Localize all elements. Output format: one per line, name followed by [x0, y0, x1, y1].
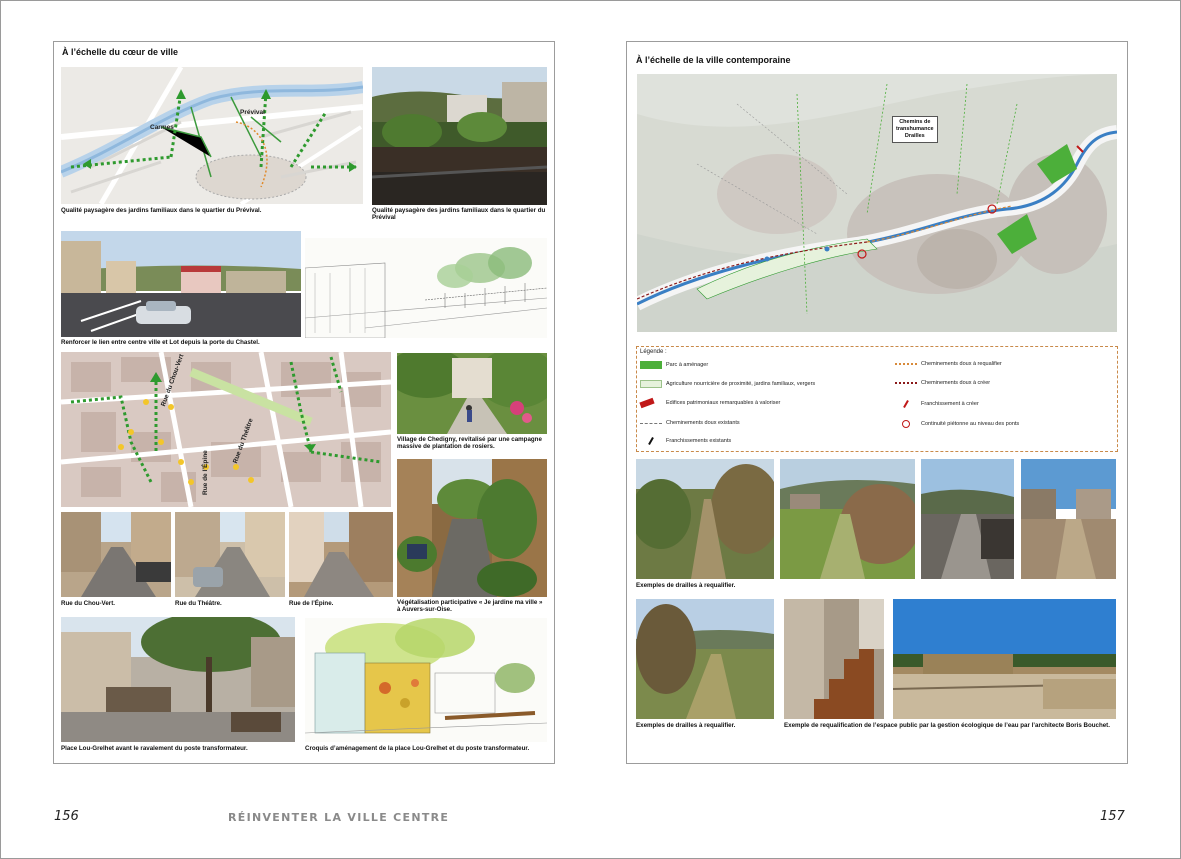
photo-porte-chastel — [61, 231, 301, 337]
photo-auvers — [397, 459, 547, 597]
caption-rue-chou-vert: Rue du Chou-Vert. — [61, 600, 115, 607]
caption-drailles-2: Exemples de drailles à requalifier. — [636, 722, 736, 729]
legend-item-bridge-continuity: Continuité piétonne au niveau des ponts — [895, 420, 1019, 428]
left-page-title: À l’échelle du cœur de ville — [62, 47, 179, 57]
legend-swatch-agri — [640, 380, 662, 388]
legend-item-path-create: Cheminements doux à créer — [895, 380, 990, 386]
legend-swatch-crossing-create — [903, 400, 909, 408]
caption-drailles-1: Exemples de drailles à requalifier. — [636, 582, 736, 589]
photo-stone-wall-bouchet — [893, 599, 1116, 719]
legend-item-heritage: Edifices patrimoniaux remarquables à val… — [639, 397, 780, 409]
legend-item-park: Parc à aménager — [640, 361, 708, 369]
legend-swatch-park — [640, 361, 662, 369]
map-callout-drailles: Chemins de transhumance Drailles — [892, 116, 938, 143]
legend-swatch-path-requalify — [895, 363, 917, 365]
caption-boris-bouchet: Exemple de requalification de l’espace p… — [784, 722, 1110, 729]
legend-item-crossing-create: Franchissement à créer — [895, 400, 979, 408]
photo-place-lou-grelhet — [61, 617, 295, 742]
legend-item-path-existing: Cheminements doux existants — [640, 420, 740, 426]
caption-photo-gardens: Qualité paysagère des jardins familiaux … — [372, 207, 546, 222]
map-label-previval: Prévival — [240, 109, 265, 116]
photo-draille-2 — [780, 459, 915, 579]
caption-sketch-lou-grelhet: Croquis d’aménagement de la place Lou-Gr… — [305, 745, 530, 752]
sketch-place-lou-grelhet — [305, 618, 547, 742]
running-title: RÉINVENTER LA VILLE CENTRE — [228, 811, 450, 824]
legend-item-crossing-existing: Franchissements existants — [640, 437, 731, 445]
photo-gardens-previval — [372, 67, 547, 205]
legend-item-path-requalify: Cheminements doux à requalifier — [895, 361, 1002, 367]
photo-rue-chou-vert — [61, 512, 171, 597]
folio-left: 156 — [54, 809, 79, 824]
caption-rue-theatre: Rue du Théâtre. — [175, 600, 222, 607]
sketch-quays — [305, 238, 547, 338]
right-page-title: À l’échelle de la ville contemporaine — [636, 55, 791, 65]
folio-right: 157 — [1100, 809, 1125, 824]
legend-item-agri: Agriculture nourricière de proximité, ja… — [640, 380, 815, 388]
callout-line-1: Chemins de — [899, 119, 931, 125]
legend-swatch-path-existing — [640, 422, 662, 424]
photo-chedigny — [397, 353, 547, 434]
map-label-carmes: Carmes — [150, 124, 174, 131]
legend-swatch-crossing-existing — [648, 437, 654, 445]
map-label-epine: Rue de l’Épine — [202, 450, 209, 495]
legend-swatch-path-create — [895, 382, 917, 384]
callout-line-2: transhumance — [896, 126, 934, 132]
photo-rue-theatre — [175, 512, 285, 597]
map-ville-contemporaine — [637, 74, 1117, 332]
caption-porte-chastel: Renforcer le lien entre centre ville et … — [61, 339, 260, 346]
photo-draille-5 — [636, 599, 774, 719]
callout-line-3: Drailles — [904, 133, 925, 139]
caption-auvers: Végétalisation participative « Je jardin… — [397, 599, 543, 614]
photo-draille-4 — [1021, 459, 1116, 579]
legend-swatch-bridge-continuity — [902, 420, 910, 428]
caption-rue-epine: Rue de l’Épine. — [289, 600, 334, 607]
photo-draille-1 — [636, 459, 774, 579]
map-previval-image — [61, 67, 363, 204]
caption-chedigny: Village de Chedigny, revitalisé par une … — [397, 436, 542, 451]
photo-rue-epine — [289, 512, 393, 597]
caption-place-lou-grelhet: Place Lou-Grelhet avant le ravalement du… — [61, 745, 248, 752]
caption-map-previval: Qualité paysagère des jardins familiaux … — [61, 207, 262, 214]
map-centre-streets — [61, 352, 391, 507]
legend-title: Légende : — [640, 349, 667, 355]
photo-draille-3 — [921, 459, 1014, 579]
photo-corten-stairs — [784, 599, 884, 719]
